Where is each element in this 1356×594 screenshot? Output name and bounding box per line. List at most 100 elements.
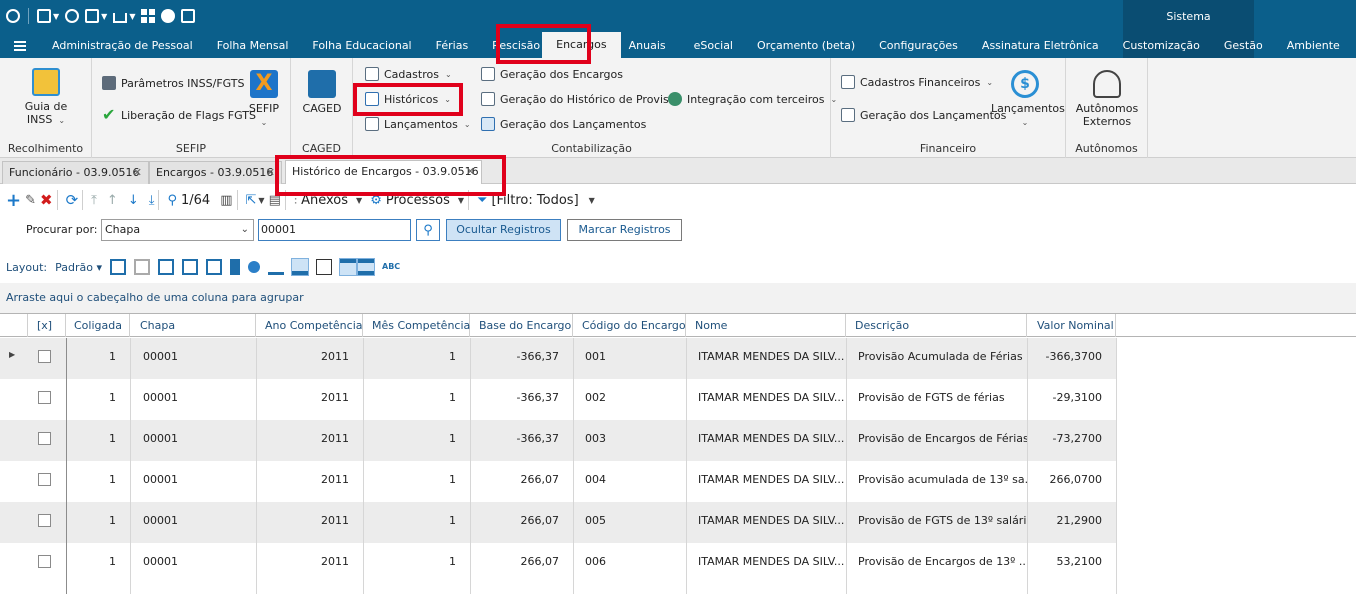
import-layout-icon[interactable] — [206, 259, 222, 275]
tab-customizacao[interactable]: Customização — [1111, 33, 1212, 58]
search-button[interactable]: ⚲ — [416, 219, 440, 241]
column-header-chapa[interactable]: Chapa — [130, 314, 256, 337]
exit-icon[interactable] — [181, 9, 196, 23]
view-header-icon[interactable] — [339, 258, 357, 276]
tab-rescisao[interactable]: Rescisão — [480, 33, 542, 58]
cadastros-button[interactable]: Cadastros ⌄ — [365, 65, 452, 83]
last-record-icon[interactable]: ⤓ — [149, 190, 155, 210]
chevron-down-icon[interactable]: ▼ — [101, 12, 107, 21]
color-icon[interactable] — [248, 261, 260, 273]
new-layout-icon[interactable] — [110, 259, 126, 275]
edit-icon[interactable]: ✎ — [25, 190, 36, 210]
close-icon[interactable]: ✕ — [266, 162, 275, 184]
globe-icon[interactable] — [161, 9, 176, 23]
paint-icon[interactable] — [230, 259, 240, 275]
historicos-button[interactable]: Históricos ⌄ — [365, 90, 451, 108]
guia-inss-button[interactable]: Guia de INSS ⌄ — [18, 68, 74, 127]
chevron-down-icon[interactable]: ▼ — [129, 12, 135, 21]
table-row[interactable]: 1 00001 2011 1 266,07 006 ITAMAR MENDES DA SIL… — [0, 543, 1116, 584]
ocultar-registros-button[interactable]: Ocultar Registros — [446, 219, 561, 241]
layout-padrao-select[interactable]: Padrão ▾ — [55, 261, 102, 274]
row-checkbox[interactable] — [38, 432, 51, 445]
lancamentos-button[interactable]: Lançamentos ⌄ — [365, 115, 471, 133]
chevron-down-icon[interactable]: ▼ — [589, 196, 595, 205]
column-header-coligada[interactable]: Coligada — [66, 314, 130, 337]
delete-layout-icon[interactable] — [134, 259, 150, 275]
export-icon[interactable]: ⇱ — [246, 190, 257, 210]
eye-icon[interactable] — [65, 9, 80, 23]
chevron-down-icon[interactable]: ▼ — [53, 12, 59, 21]
filter-button[interactable]: [Filtro: Todos] — [491, 193, 578, 208]
close-icon[interactable]: ✕ — [133, 162, 142, 184]
doc-tab-funcionario[interactable]: Funcionário - 03.9.0516 ✕ — [2, 161, 149, 184]
tab-esocial[interactable]: eSocial — [678, 33, 745, 58]
geracao-lancamentos-fin-button[interactable]: Geração dos Lançamentos — [841, 106, 1006, 124]
tab-ambiente[interactable]: Ambiente — [1275, 33, 1352, 58]
autonomos-externos-button[interactable]: Autônomos Externos — [1074, 70, 1140, 128]
tab-folha-mensal[interactable]: Folha Mensal — [205, 33, 301, 58]
row-checkbox[interactable] — [38, 391, 51, 404]
doc-tab-encargos[interactable]: Encargos - 03.9.0516 ✕ — [149, 161, 282, 184]
tab-encargos[interactable]: Encargos — [542, 32, 621, 58]
chevron-down-icon[interactable]: ▼ — [356, 196, 362, 205]
tab-anuais[interactable]: Anuais — [621, 33, 678, 58]
table-row[interactable]: 1 00001 2011 1 266,07 004 ITAMAR MENDES DA SIL… — [0, 461, 1116, 502]
table-row[interactable]: 1 00001 2011 1 -366,37 002 ITAMAR MENDES DA SI… — [0, 379, 1116, 420]
spellcheck-icon[interactable]: ABC — [382, 259, 400, 275]
column-header-descricao[interactable]: Descrição — [846, 314, 1027, 337]
tab-administracao[interactable]: Administração de Pessoal — [40, 33, 205, 58]
first-record-icon[interactable]: ⤒ — [91, 190, 97, 210]
column-header-codigo[interactable]: Código do Encargo — [573, 314, 686, 337]
column-header-mes[interactable]: Mês Competência — [363, 314, 470, 337]
liberacao-flags-button[interactable]: ✔ Liberação de Flags FGTS — [102, 106, 256, 124]
view-footer-icon[interactable] — [291, 258, 309, 276]
integracao-button[interactable]: Integração com terceiros ⌄ — [668, 90, 837, 108]
row-checkbox[interactable] — [38, 514, 51, 527]
column-header-nome[interactable]: Nome — [686, 314, 846, 337]
doc-tab-historico-encargos[interactable]: Histórico de Encargos - 03.9.0516 ✕ — [285, 160, 482, 184]
columns-icon[interactable]: ▥ — [220, 190, 232, 210]
export-layout-icon[interactable] — [182, 259, 198, 275]
users-icon[interactable] — [37, 9, 51, 23]
chevron-down-icon[interactable]: ▼ — [258, 196, 264, 205]
table-row[interactable]: 1 00001 2011 1 -366,37 003 ITAMAR MENDES DA SI… — [0, 420, 1116, 461]
tab-folha-educacional[interactable]: Folha Educacional — [300, 33, 423, 58]
report-icon[interactable]: ▤ — [269, 190, 281, 210]
marcar-registros-button[interactable]: Marcar Registros — [567, 219, 682, 241]
home-icon[interactable] — [113, 13, 128, 23]
tab-gestao[interactable]: Gestão — [1212, 33, 1275, 58]
delete-icon[interactable]: ✖ — [40, 190, 53, 210]
row-checkbox[interactable] — [38, 350, 51, 363]
power-icon[interactable] — [6, 9, 20, 23]
column-header-ano[interactable]: Ano Competência — [256, 314, 363, 337]
row-checkbox[interactable] — [38, 473, 51, 486]
sefip-button[interactable]: X SEFIP ⌄ — [246, 70, 282, 129]
table-row[interactable]: 1 00001 2011 1 -366,37 001 ITAMAR MENDES DA SI… — [0, 338, 1116, 379]
column-header-base[interactable]: Base do Encargo — [470, 314, 573, 337]
filter-icon[interactable]: ⏷ — [477, 190, 487, 210]
table-row[interactable]: 1 00001 2011 1 266,07 005 ITAMAR MENDES DA SIL… — [0, 502, 1116, 543]
cadastros-financeiros-button[interactable]: Cadastros Financeiros ⌄ — [841, 73, 993, 91]
next-record-icon[interactable]: ↓ — [128, 190, 139, 210]
lancamentos-fin-button[interactable]: $ Lançamentos ⌄ — [991, 70, 1065, 129]
tab-orcamento[interactable]: Orçamento (beta) — [745, 33, 867, 58]
geracao-historico-button[interactable]: Geração do Histórico de Provisão — [481, 90, 682, 108]
column-header-valor[interactable]: Valor Nominal — [1027, 314, 1116, 337]
parametros-inss-button[interactable]: Parâmetros INSS/FGTS — [102, 74, 244, 92]
add-icon[interactable]: + — [6, 190, 21, 211]
group-by-area[interactable]: Arraste aqui o cabeçalho de uma coluna p… — [0, 283, 1356, 313]
search-icon[interactable]: ⚲ — [167, 190, 177, 210]
attachment-icon[interactable]: ⫶ — [294, 190, 297, 210]
window-icon[interactable] — [85, 9, 100, 23]
column-header-select[interactable]: [x] — [28, 314, 66, 337]
view-both-icon[interactable] — [357, 258, 375, 276]
close-icon[interactable]: ✕ — [466, 161, 475, 183]
grid-icon[interactable] — [141, 9, 156, 23]
row-checkbox[interactable] — [38, 555, 51, 568]
search-input[interactable]: 00001 — [258, 219, 411, 241]
caged-button[interactable]: CAGED — [301, 70, 343, 115]
processos-button[interactable]: Processos — [386, 193, 450, 208]
tab-ferias[interactable]: Férias — [424, 33, 481, 58]
geracao-encargos-button[interactable]: Geração dos Encargos — [481, 65, 623, 83]
hamburger-menu-icon[interactable] — [0, 33, 40, 58]
